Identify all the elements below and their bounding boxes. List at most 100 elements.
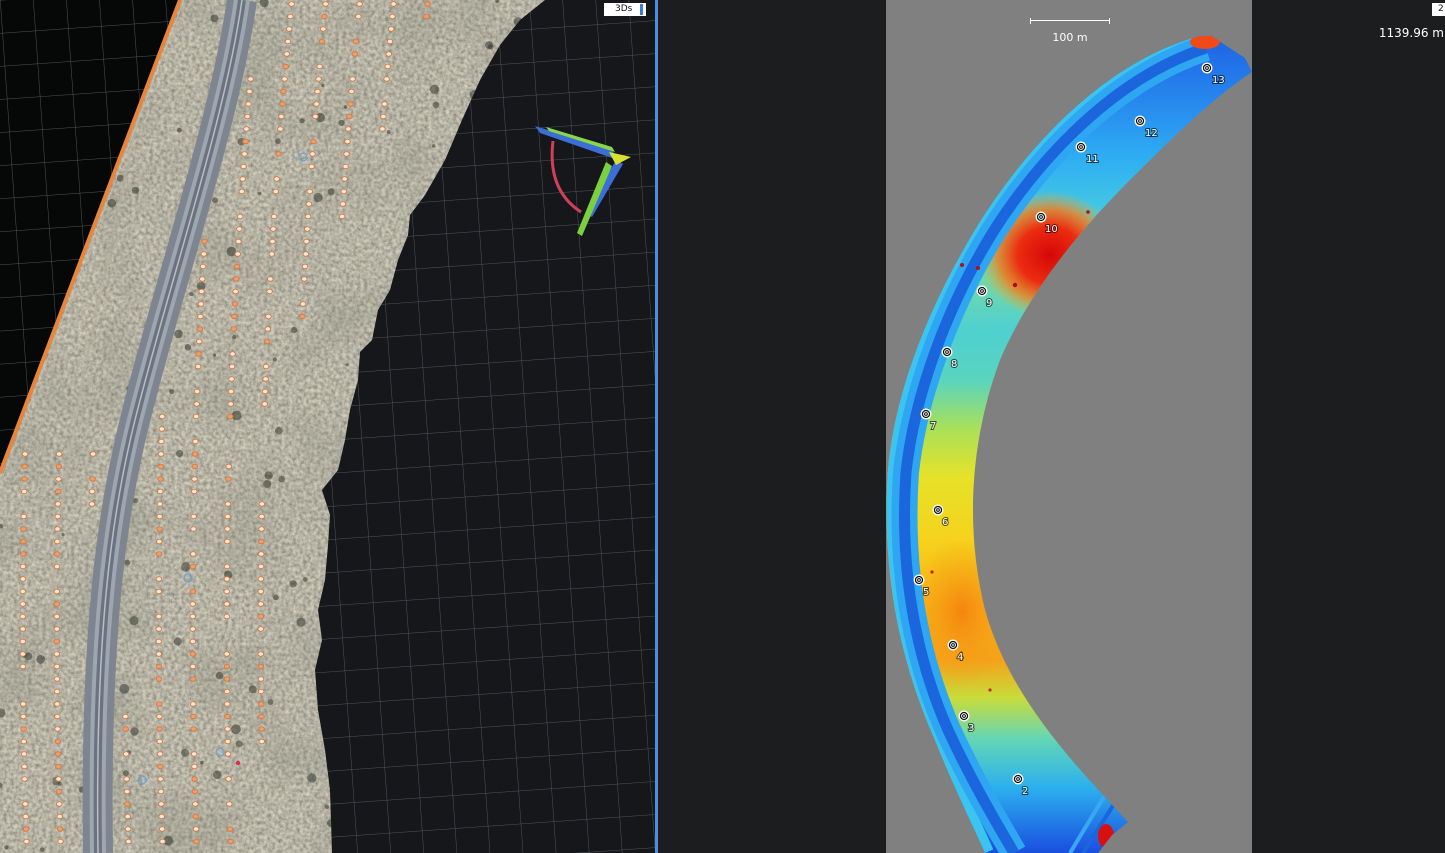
elevation-speckle xyxy=(988,688,992,692)
shrub-patch xyxy=(327,188,335,196)
vine-row-marker xyxy=(314,88,321,95)
vine-row-marker xyxy=(122,726,129,732)
vine-row-marker xyxy=(20,726,27,732)
vine-row-marker xyxy=(21,463,29,470)
vine-row-marker xyxy=(301,276,308,282)
vine-row-marker xyxy=(156,488,164,495)
shrub-patch xyxy=(212,353,216,357)
vine-row-marker xyxy=(257,563,265,570)
vine-row-marker xyxy=(346,113,353,120)
vine-row-marker xyxy=(304,226,311,232)
shrub-patch xyxy=(343,105,348,109)
vine-row-marker xyxy=(189,651,197,657)
shrub-patch xyxy=(176,449,184,458)
vine-row-marker xyxy=(156,726,163,732)
vine-row-marker xyxy=(193,388,201,395)
vine-row-marker xyxy=(231,313,238,320)
shrub-patch xyxy=(231,724,241,735)
vine-row-marker xyxy=(155,576,163,582)
vine-row-marker xyxy=(315,76,322,82)
shrub-patch xyxy=(248,685,257,694)
vine-row-marker xyxy=(275,151,282,157)
scale-bar-label: 100 m xyxy=(1052,31,1088,44)
vine-row-marker xyxy=(257,588,265,595)
vine-row-marker xyxy=(257,576,265,582)
vine-row-marker xyxy=(20,488,28,495)
vine-row-marker xyxy=(156,738,164,745)
vine-row-marker xyxy=(225,476,232,482)
shrub-patch xyxy=(302,577,308,582)
vine-row-marker xyxy=(258,513,265,520)
shrub-patch xyxy=(213,770,222,779)
vine-row-marker xyxy=(257,701,265,707)
vine-row-marker xyxy=(19,626,27,632)
vine-row-marker xyxy=(224,713,231,720)
shrub-patch xyxy=(173,637,182,646)
vine-row-marker xyxy=(19,613,27,620)
shrub-patch xyxy=(313,192,323,202)
shrub-patch xyxy=(124,559,131,566)
shrub-patch xyxy=(272,594,279,601)
vine-row-marker xyxy=(258,713,265,720)
vine-row-marker xyxy=(157,763,164,770)
vine-row-marker xyxy=(21,763,28,770)
vine-row-marker xyxy=(240,163,247,170)
vine-row-marker xyxy=(191,451,199,457)
3d-view-toggle-button[interactable]: 3Ds xyxy=(604,3,646,16)
vine-row-marker xyxy=(53,688,61,695)
gcp-label: 2 xyxy=(1022,786,1028,797)
photogrammetry-app: 3Ds 2 3 4 5 6 7 8 9 10 11 12 13 100 m 11… xyxy=(0,0,1445,853)
vine-row-marker xyxy=(283,51,291,57)
vine-row-marker xyxy=(53,701,61,707)
3d-viewport[interactable]: 3Ds xyxy=(0,0,655,853)
vine-row-marker xyxy=(191,763,198,770)
vine-row-marker xyxy=(343,151,350,157)
vine-row-marker xyxy=(229,351,236,357)
vine-row-marker xyxy=(197,313,204,320)
ground-target-point xyxy=(235,760,241,766)
vine-row-marker xyxy=(241,151,248,157)
dsm-map[interactable]: 2 3 4 5 6 7 8 9 10 11 12 13 xyxy=(658,0,1445,853)
vine-row-marker xyxy=(308,163,315,170)
gcp-label: 6 xyxy=(942,517,948,528)
vine-row-marker xyxy=(190,726,197,732)
vine-row-marker xyxy=(55,451,63,457)
shrub-patch xyxy=(291,326,298,334)
vine-row-marker xyxy=(22,826,30,832)
2d-view-toggle-button[interactable]: 2 xyxy=(1432,3,1445,16)
shrub-patch xyxy=(215,671,224,680)
shrub-patch xyxy=(169,389,175,395)
vine-row-marker xyxy=(19,563,27,570)
vine-row-marker xyxy=(53,601,61,607)
vine-row-marker xyxy=(257,663,265,670)
gcp-label: 5 xyxy=(923,587,929,598)
vine-row-marker xyxy=(282,63,289,70)
vine-row-marker xyxy=(124,813,131,820)
vine-row-marker xyxy=(125,838,132,845)
vine-row-marker xyxy=(224,526,231,532)
shrub-patch xyxy=(431,144,436,148)
vine-row-marker xyxy=(189,676,197,682)
vine-row-marker xyxy=(57,838,64,845)
scale-bar xyxy=(1030,18,1110,24)
vine-row-marker xyxy=(339,201,347,207)
vine-row-marker xyxy=(53,626,61,632)
vine-row-marker xyxy=(227,838,234,845)
dsm-viewport[interactable]: 2 3 4 5 6 7 8 9 10 11 12 13 100 m 1139.9… xyxy=(658,0,1445,853)
shrub-patch xyxy=(130,727,139,736)
gcp-label: 7 xyxy=(930,421,936,432)
vine-row-marker xyxy=(258,738,266,745)
vine-row-marker xyxy=(424,1,431,7)
vine-row-marker xyxy=(53,676,61,682)
vine-row-marker xyxy=(270,226,277,232)
vine-row-marker xyxy=(20,513,27,520)
vine-row-marker xyxy=(338,213,346,220)
vine-row-marker xyxy=(306,188,314,195)
gcp-target-icon xyxy=(913,574,925,586)
vine-row-marker xyxy=(234,251,242,257)
vine-row-marker xyxy=(21,476,28,482)
shrub-patch xyxy=(129,616,139,626)
gcp-target-icon xyxy=(932,504,944,516)
3d-scene[interactable] xyxy=(0,0,655,853)
shrub-patch xyxy=(267,699,274,705)
